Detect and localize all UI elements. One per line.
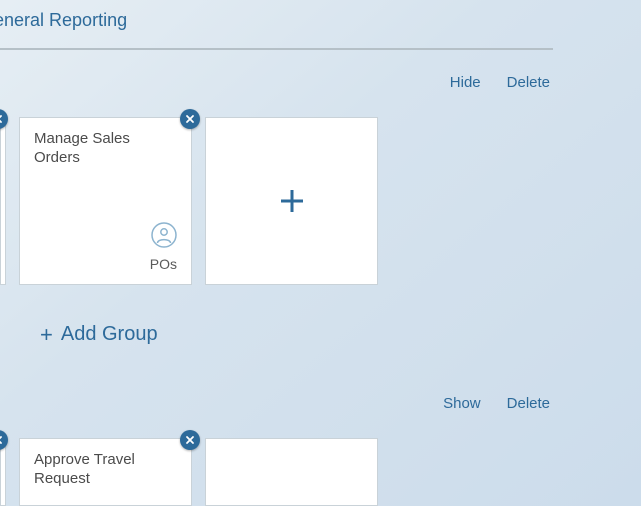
plus-icon — [278, 187, 306, 215]
tile-title: Manage Sales Orders — [34, 130, 177, 168]
close-icon — [0, 114, 3, 124]
add-group-label: Add Group — [61, 323, 158, 346]
person-icon — [151, 222, 177, 248]
delete-button[interactable]: Delete — [507, 74, 550, 91]
hide-button[interactable]: Hide — [450, 74, 481, 91]
group-divider — [0, 48, 553, 50]
group2-actions: Show Delete — [443, 395, 550, 412]
tile-partial-left[interactable] — [0, 438, 6, 506]
tile-partial-left[interactable] — [0, 117, 6, 285]
close-icon — [185, 114, 195, 124]
group1-actions: Hide Delete — [450, 74, 550, 91]
show-button[interactable]: Show — [443, 395, 481, 412]
remove-tile-button[interactable] — [180, 109, 200, 129]
group1-tiles: Manage Sales Orders POs — [0, 117, 378, 285]
add-group-button[interactable]: + Add Group — [40, 323, 158, 346]
tile-manage-sales-orders[interactable]: Manage Sales Orders POs — [19, 117, 192, 285]
plus-icon: + — [40, 324, 53, 346]
tile-approve-travel-request[interactable]: Approve Travel Request — [19, 438, 192, 506]
tile-title: Approve Travel Request — [34, 451, 177, 489]
tile-empty[interactable] — [205, 438, 378, 506]
close-icon — [0, 435, 3, 445]
close-icon — [185, 435, 195, 445]
delete-button[interactable]: Delete — [507, 395, 550, 412]
group-general-reporting: General Reporting — [0, 10, 631, 31]
group2-tiles: Approve Travel Request — [0, 438, 378, 506]
add-tile-button[interactable] — [205, 117, 378, 285]
remove-tile-button[interactable] — [0, 430, 8, 450]
remove-tile-button[interactable] — [180, 430, 200, 450]
group-title: General Reporting — [0, 10, 631, 31]
remove-tile-button[interactable] — [0, 109, 8, 129]
tile-subtitle: POs — [150, 256, 177, 272]
